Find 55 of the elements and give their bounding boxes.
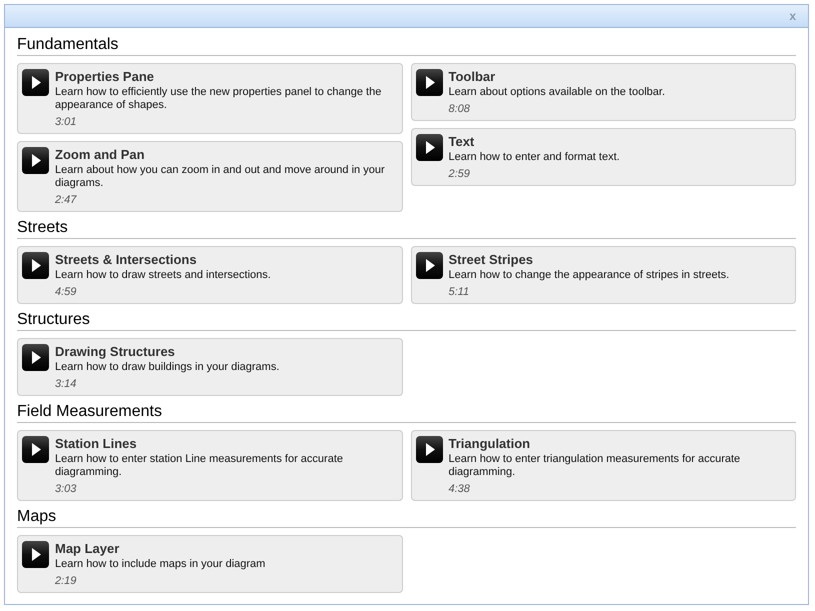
video-description: Learn about how you can zoom in and out and move around in your diagrams. [55,164,386,190]
video-description: Learn about options available on the toolbar. [448,86,665,99]
video-description: Learn how to enter and format text. [448,151,620,164]
video-title[interactable]: Text [448,133,620,150]
video-title[interactable]: Drawing Structures [55,343,280,360]
video-duration: 4:59 [55,285,78,299]
play-icon[interactable] [22,436,49,463]
video-duration: 5:11 [448,285,470,299]
play-icon[interactable] [22,541,49,568]
video-title[interactable]: Properties Pane [55,68,396,85]
section-heading: Structures [17,311,796,331]
play-icon[interactable] [22,252,49,279]
video-title[interactable]: Map Layer [55,540,266,557]
video-title[interactable]: Street Stripes [448,251,730,268]
video-title[interactable]: Streets & Intersections [55,251,271,268]
play-icon[interactable] [416,436,442,463]
video-card[interactable]: Station Lines Learn how to enter station Line measurements for accurate diagramming. 3:03 [17,430,402,501]
play-icon[interactable] [416,69,442,96]
video-card[interactable]: Text Learn how to enter and format text. 2:59 [410,128,796,186]
video-description: Learn how to draw buildings in your diagrams. [55,361,280,374]
video-duration: 2:47 [55,193,78,207]
video-title[interactable]: Zoom and Pan [55,146,396,163]
video-card[interactable]: Toolbar Learn about options available on the toolbar. 8:08 [410,63,796,121]
section-heading: Maps [17,508,796,528]
play-icon[interactable] [22,344,49,371]
video-duration: 3:01 [55,115,78,129]
video-card[interactable]: Zoom and Pan Learn about how you can zoom in and out and move around in your diagrams. 2:47 [17,141,402,212]
video-description: Learn how to enter station Line measurements for accurate diagramming. [55,453,344,479]
video-description: Learn how to efficiently use the new properties panel to change the appearance of shapes. [55,86,382,112]
video-description: Learn how to change the appearance of stripes in streets. [448,269,730,282]
video-title[interactable]: Toolbar [448,68,665,85]
video-duration: 2:59 [448,167,471,181]
video-duration: 3:14 [55,377,78,391]
video-card[interactable]: Map Layer Learn how to include maps in your diagram 2:19 [17,535,402,593]
video-description: Learn how to enter triangulation measurements for accurate diagramming. [448,453,742,479]
section-heading: Streets [17,219,796,239]
video-duration: 8:08 [448,102,471,116]
video-title[interactable]: Triangulation [448,435,789,452]
play-icon[interactable] [416,134,442,161]
play-icon[interactable] [22,69,49,96]
video-card[interactable]: Street Stripes Learn how to change the appearance of stripes in streets. 5:11 [410,246,796,304]
play-icon[interactable] [22,147,49,174]
video-card[interactable]: Drawing Structures Learn how to draw buildings in your diagrams. 3:14 [17,338,402,396]
video-duration: 4:38 [448,482,471,496]
play-icon[interactable] [416,252,442,279]
video-duration: 3:03 [55,482,78,496]
section-heading: Field Measurements [17,403,796,423]
video-card[interactable]: Triangulation Learn how to enter triangulation measurements for accurate diagramming. 4:38 [410,430,796,501]
section-heading: Fundamentals [17,36,796,56]
video-title[interactable]: Station Lines [55,435,396,452]
video-description: Learn how to include maps in your diagram [55,558,266,571]
video-card[interactable]: Streets & Intersections Learn how to draw streets and intersections. 4:59 [17,246,402,304]
video-card[interactable]: Properties Pane Learn how to efficiently use the new properties panel to change the appearance of shapes. 3:01 [17,63,402,134]
video-duration: 2:19 [55,574,78,588]
video-description: Learn how to draw streets and intersections. [55,269,271,282]
